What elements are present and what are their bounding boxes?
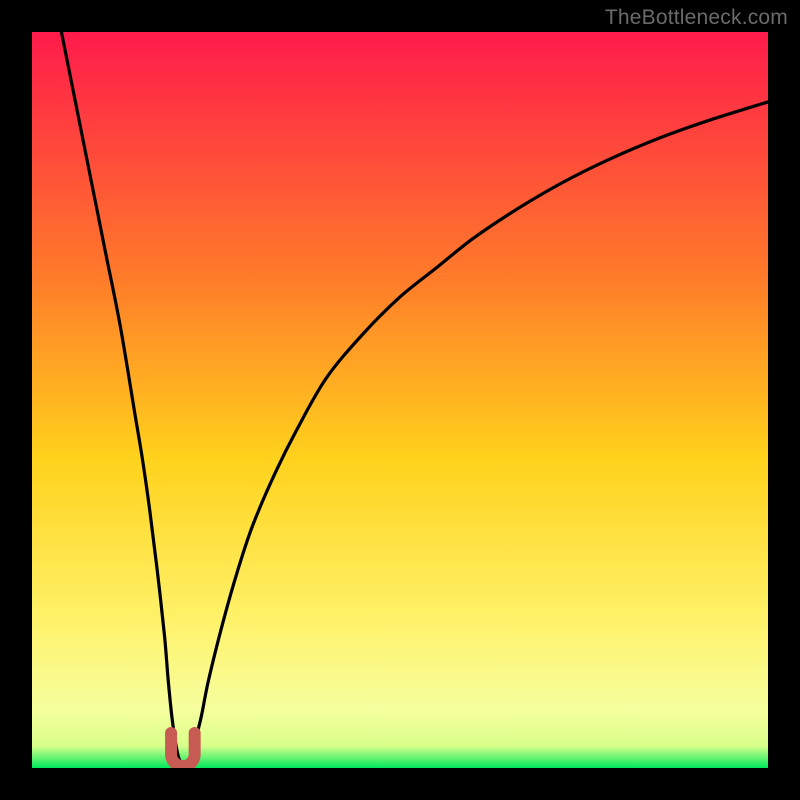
watermark-text: TheBottleneck.com [605, 6, 788, 30]
chart-frame [32, 32, 768, 768]
bottleneck-chart [32, 32, 768, 768]
gradient-background [32, 32, 768, 768]
